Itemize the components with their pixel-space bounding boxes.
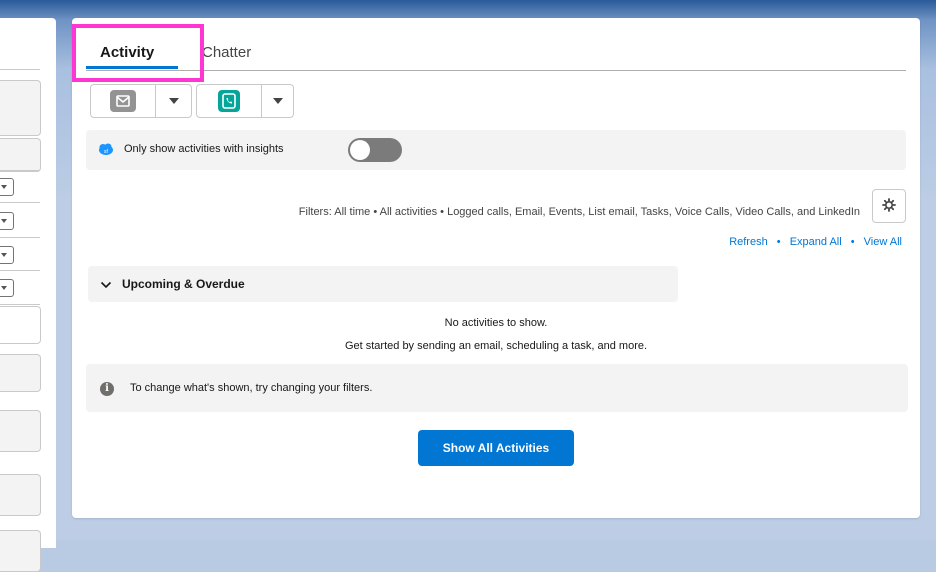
view-all-link[interactable]: View All — [864, 236, 902, 248]
log-call-button[interactable] — [197, 85, 261, 117]
activity-card: Activity Chatter sf Only show activities… — [72, 18, 920, 518]
section-header — [0, 80, 41, 136]
divider — [0, 170, 40, 171]
divider — [0, 237, 40, 238]
activity-links: Refresh • Expand All • View All — [729, 236, 902, 248]
section-title: Upcoming & Overdue — [122, 277, 245, 291]
filter-settings-button[interactable] — [872, 189, 906, 223]
log-call-dropdown-button[interactable] — [261, 85, 293, 117]
field-dropdown[interactable] — [0, 279, 14, 297]
tab-chatter[interactable]: Chatter — [202, 44, 251, 61]
chevron-down-icon — [272, 98, 283, 104]
section-header — [0, 138, 41, 172]
email-button[interactable] — [91, 85, 155, 117]
divider — [0, 69, 40, 70]
toggle-knob — [350, 140, 370, 160]
divider — [0, 304, 40, 305]
call-button-group — [196, 84, 294, 118]
chevron-down-icon — [168, 98, 179, 104]
field-dropdown[interactable] — [0, 212, 14, 230]
einstein-insights-icon: sf — [98, 142, 114, 159]
refresh-link[interactable]: Refresh — [729, 236, 768, 248]
filter-info-banner: i To change what's shown, try changing y… — [86, 364, 908, 412]
link-separator: • — [850, 236, 855, 248]
left-record-panel — [0, 18, 56, 572]
show-all-activities-button[interactable]: Show All Activities — [418, 430, 574, 466]
field-box[interactable] — [0, 306, 41, 344]
filters-summary: Filters: All time • All activities • Log… — [298, 206, 860, 218]
email-icon — [110, 90, 136, 112]
email-button-group — [90, 84, 192, 118]
field-box[interactable] — [0, 530, 41, 572]
field-box[interactable] — [0, 410, 41, 452]
field-dropdown[interactable] — [0, 178, 14, 196]
empty-state-message: Get started by sending an email, schedul… — [344, 340, 648, 352]
info-icon: i — [100, 382, 114, 396]
insights-filter-bar: sf Only show activities with insights — [86, 130, 906, 170]
active-tab-indicator — [86, 66, 178, 69]
tab-activity[interactable]: Activity — [100, 44, 154, 61]
field-box[interactable] — [0, 474, 41, 516]
info-message: To change what's shown, try changing you… — [130, 382, 373, 394]
chevron-down-icon — [100, 279, 112, 293]
tab-bar: Activity Chatter — [86, 18, 906, 71]
field-box[interactable] — [0, 354, 41, 392]
insights-label: Only show activities with insights — [124, 143, 284, 155]
email-dropdown-button[interactable] — [155, 85, 191, 117]
divider — [0, 202, 40, 203]
field-dropdown[interactable] — [0, 246, 14, 264]
expand-all-link[interactable]: Expand All — [790, 236, 842, 248]
gear-icon — [882, 197, 896, 215]
divider — [0, 270, 40, 271]
empty-state-title: No activities to show. — [444, 317, 548, 329]
upcoming-overdue-section-toggle[interactable]: Upcoming & Overdue — [88, 266, 678, 302]
svg-text:sf: sf — [104, 149, 109, 155]
link-separator: • — [776, 236, 781, 248]
insights-toggle[interactable] — [348, 138, 402, 162]
log-call-icon — [218, 90, 240, 112]
